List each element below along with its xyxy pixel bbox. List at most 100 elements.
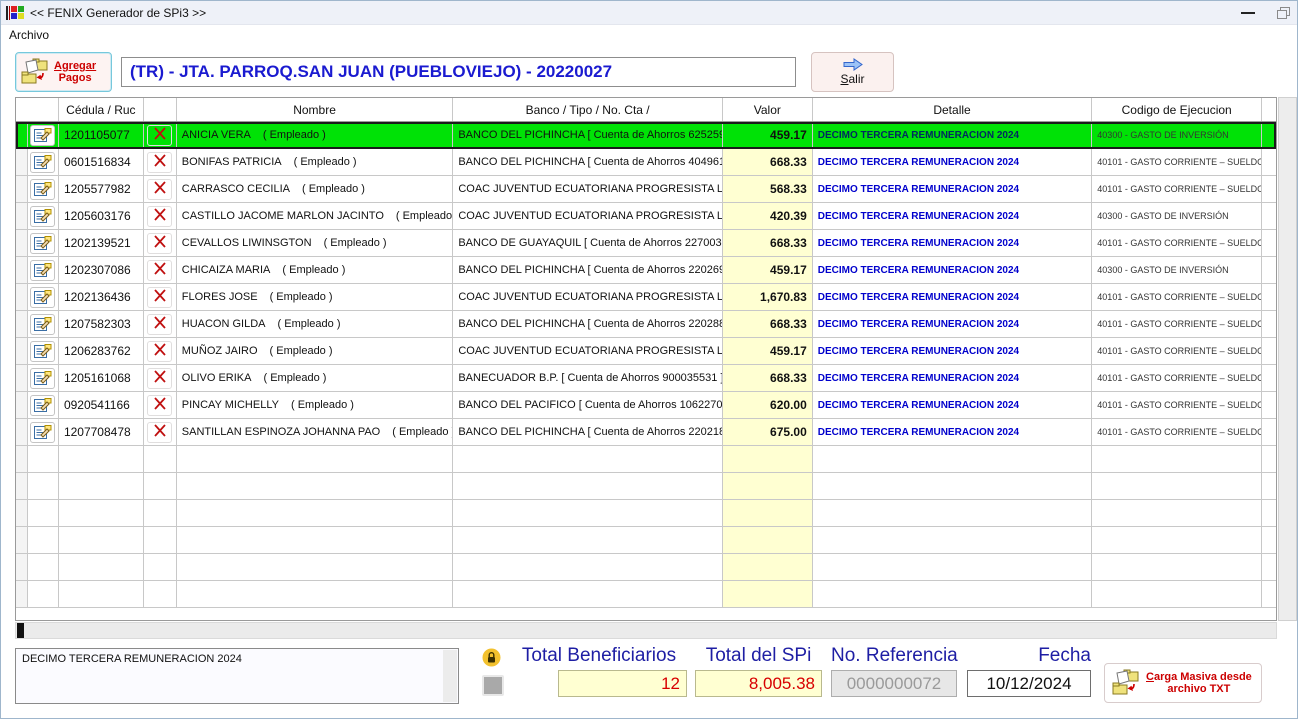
delete-row-button[interactable] [147, 287, 172, 308]
table-row[interactable]: 1207582303HUACON GILDA( Empleado )BANCO … [16, 311, 1276, 338]
nombre-cell: CARRASCO CECILIA( Empleado ) [177, 176, 454, 202]
table-header-row: Cédula / Ruc Nombre Banco / Tipo / No. C… [16, 98, 1276, 122]
header-detalle[interactable]: Detalle [813, 98, 1093, 121]
edit-row-button[interactable] [30, 287, 55, 308]
horizontal-scrollbar-thumb[interactable] [17, 623, 24, 638]
edit-row-button[interactable] [30, 260, 55, 281]
cedula-cell: 1201105077 [59, 122, 144, 148]
carga-masiva-label: Carga Masiva desdearchivo TXT [1146, 671, 1252, 695]
header-valor[interactable]: Valor [723, 98, 813, 121]
nombre-cell: PINCAY MICHELLY( Empleado ) [177, 392, 454, 418]
edit-row-button[interactable] [30, 395, 55, 416]
row-edit-cell [28, 392, 59, 418]
detalle-cell [813, 581, 1093, 607]
restore-button[interactable] [1277, 7, 1291, 20]
table-row[interactable]: 1202139521CEVALLOS LIWINSGTON( Empleado … [16, 230, 1276, 257]
delete-row-button[interactable] [147, 179, 172, 200]
salir-button[interactable]: Salir [811, 52, 894, 92]
carga-masiva-button[interactable]: Carga Masiva desdearchivo TXT [1104, 663, 1262, 703]
agregar-pagos-button[interactable]: AgregarPagos [15, 52, 112, 92]
row-selector [16, 392, 28, 418]
table-row[interactable]: 1202307086CHICAIZA MARIA( Empleado )BANC… [16, 257, 1276, 284]
nombre-cell: FLORES JOSE( Empleado ) [177, 284, 454, 310]
row-delete-cell [144, 581, 177, 607]
edit-row-button[interactable] [30, 125, 55, 146]
table-row[interactable]: 1205161068OLIVO ERIKA( Empleado )BANECUA… [16, 365, 1276, 392]
table-row[interactable]: 0920541166PINCAY MICHELLY( Empleado )BAN… [16, 392, 1276, 419]
delete-row-button[interactable] [147, 206, 172, 227]
cedula-cell [59, 446, 144, 472]
minimize-button[interactable] [1241, 12, 1255, 14]
valor-cell [723, 581, 813, 607]
row-edit-cell [28, 338, 59, 364]
gray-square-button[interactable] [482, 675, 504, 696]
table-row[interactable]: 1202136436FLORES JOSE( Empleado )COAC JU… [16, 284, 1276, 311]
carga-masiva-line1-rest: arga Masiva desde [1154, 671, 1252, 683]
edit-row-button[interactable] [30, 341, 55, 362]
banco-cell [453, 500, 723, 526]
entity-field[interactable]: (TR) - JTA. PARROQ.SAN JUAN (PUEBLOVIEJO… [121, 57, 796, 87]
row-selector [16, 176, 28, 202]
edit-row-button[interactable] [30, 206, 55, 227]
row-delete-cell [144, 365, 177, 391]
codigo-cell: 40101 - GASTO CORRIENTE – SUELDOS [1092, 149, 1262, 175]
fecha-field[interactable]: 10/12/2024 [967, 670, 1091, 697]
cedula-cell [59, 500, 144, 526]
header-nombre[interactable]: Nombre [177, 98, 454, 121]
delete-row-button[interactable] [147, 395, 172, 416]
nombre-cell: MUÑOZ JAIRO( Empleado ) [177, 338, 454, 364]
row-edit-cell [28, 527, 59, 553]
edit-row-button[interactable] [30, 152, 55, 173]
delete-x-icon [153, 208, 167, 224]
delete-row-button[interactable] [147, 152, 172, 173]
delete-row-button[interactable] [147, 125, 172, 146]
codigo-cell: 40101 - GASTO CORRIENTE – SUELDOS [1092, 230, 1262, 256]
delete-x-icon [153, 289, 167, 305]
header-cedula[interactable]: Cédula / Ruc [59, 98, 144, 121]
vertical-scrollbar[interactable] [1278, 97, 1297, 621]
codigo-cell: 40300 - GASTO DE INVERSIÓN [1092, 122, 1262, 148]
valor-cell: 668.33 [723, 149, 813, 175]
detalle-cell [813, 527, 1093, 553]
menu-archivo[interactable]: Archivo [1, 26, 57, 44]
table-row[interactable]: 1205577982CARRASCO CECILIA( Empleado )CO… [16, 176, 1276, 203]
edit-row-button[interactable] [30, 422, 55, 443]
row-edit-cell [28, 365, 59, 391]
edit-row-button[interactable] [30, 233, 55, 254]
delete-x-icon [153, 235, 167, 251]
edit-row-button[interactable] [30, 314, 55, 335]
table-row[interactable]: 1206283762MUÑOZ JAIRO( Empleado )COAC JU… [16, 338, 1276, 365]
detalle-cell [813, 554, 1093, 580]
edit-row-button[interactable] [30, 179, 55, 200]
table-row[interactable]: 1207708478SANTILLAN ESPINOZA JOHANNA PAO… [16, 419, 1276, 446]
row-selector [16, 257, 28, 283]
salir-label-rest: alir [849, 72, 865, 86]
delete-row-button[interactable] [147, 314, 172, 335]
delete-row-button[interactable] [147, 422, 172, 443]
delete-row-button[interactable] [147, 368, 172, 389]
table-row[interactable]: 1201105077ANICIA VERA( Empleado )BANCO D… [16, 122, 1276, 149]
banco-cell [453, 527, 723, 553]
row-delete-cell [144, 230, 177, 256]
edit-row-button[interactable] [30, 368, 55, 389]
detalle-scrollbar[interactable] [443, 650, 457, 702]
cedula-cell: 1202307086 [59, 257, 144, 283]
header-codigo[interactable]: Codigo de Ejecucion [1092, 98, 1262, 121]
detalle-textarea[interactable]: DECIMO TERCERA REMUNERACION 2024 [15, 648, 459, 704]
delete-row-button[interactable] [147, 233, 172, 254]
extra-cell [1262, 554, 1276, 580]
table-row[interactable]: 0601516834BONIFAS PATRICIA( Empleado )BA… [16, 149, 1276, 176]
banco-cell: BANCO DEL PICHINCHA [ Cuenta de Ahorros … [453, 257, 723, 283]
table-row[interactable]: 1205603176CASTILLO JACOME MARLON JACINTO… [16, 203, 1276, 230]
horizontal-scrollbar[interactable] [15, 622, 1277, 639]
row-selector [16, 446, 28, 472]
lock-icon[interactable] [482, 648, 501, 667]
cedula-cell: 1205161068 [59, 365, 144, 391]
delete-row-button[interactable] [147, 341, 172, 362]
delete-row-button[interactable] [147, 260, 172, 281]
detalle-cell [813, 500, 1093, 526]
header-banco[interactable]: Banco / Tipo / No. Cta / [453, 98, 723, 121]
nombre-cell: ANICIA VERA( Empleado ) [177, 122, 454, 148]
delete-x-icon [153, 154, 167, 170]
row-edit-cell [28, 581, 59, 607]
